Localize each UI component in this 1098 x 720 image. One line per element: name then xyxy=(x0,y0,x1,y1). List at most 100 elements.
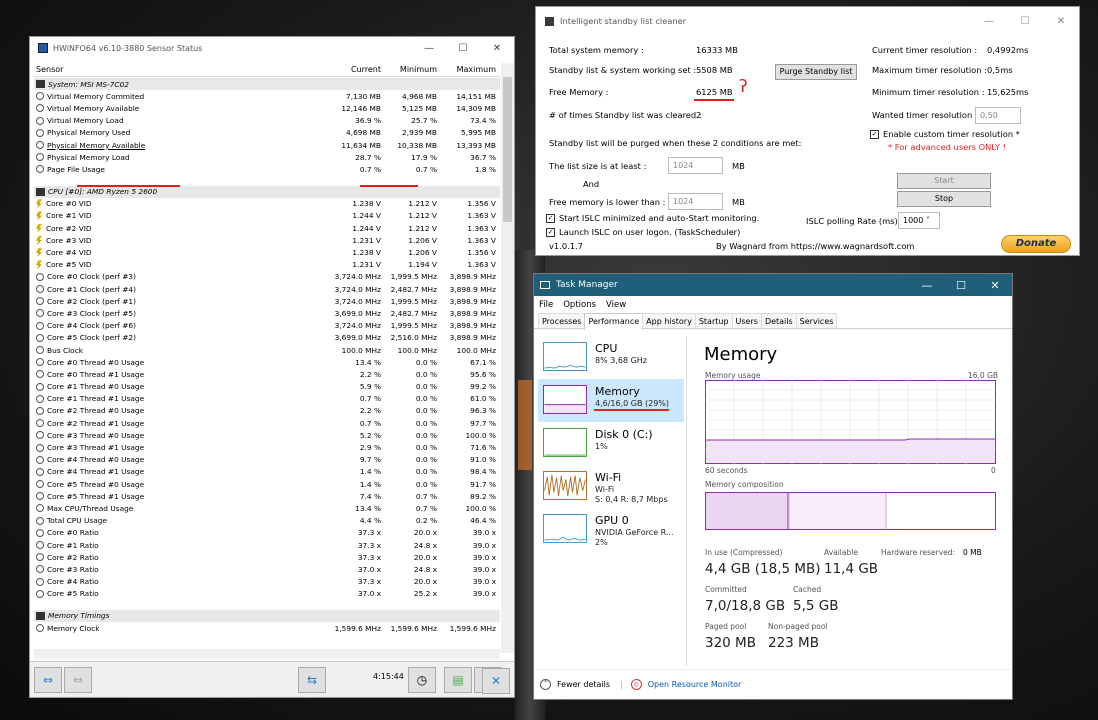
tab-startup[interactable]: Startup xyxy=(694,313,733,328)
sensor-row[interactable]: Core #3 Clock (perf #5) 3,699.0 MHz 2,482.… xyxy=(34,307,500,319)
sensor-row[interactable]: Core #1 VID 1.244 V 1.212 V 1.363 V xyxy=(34,210,500,222)
sensor-row[interactable]: Core #1 Thread #1 Usage 0.7 % 0.0 % 61.0 % xyxy=(34,393,500,405)
sensor-row[interactable]: Core #3 Ratio 37.0 x 24.8 x 39.0 x xyxy=(34,563,500,575)
sensor-row[interactable]: Core #2 Ratio 37.3 x 20.0 x 39.0 x xyxy=(34,551,500,563)
sensor-row[interactable]: Max CPU/Thread Usage 13.4 % 0.7 % 100.0 % xyxy=(34,502,500,514)
horizontal-scrollbar[interactable] xyxy=(34,649,500,659)
sensor-group-row[interactable]: Memory Timings xyxy=(34,609,500,623)
sidebar-item-memory[interactable]: Memory 4,6/16,0 GB (29%) xyxy=(538,379,684,422)
donate-button[interactable]: Donate xyxy=(1001,235,1071,253)
menu-options[interactable]: Options xyxy=(563,300,596,310)
menu-file[interactable]: File xyxy=(539,300,553,310)
sensor-row[interactable]: Core #5 Thread #1 Usage 7.4 % 0.7 % 89.2 % xyxy=(34,490,500,502)
sensor-row[interactable]: Bus Clock 100.0 MHz 100.0 MHz 100.0 MHz xyxy=(34,344,500,356)
wanted-timer-input[interactable]: 0.50 xyxy=(975,107,1021,124)
list-size-input[interactable]: 1024 xyxy=(668,157,723,174)
free-lower-input[interactable]: 1024 xyxy=(668,193,723,210)
sensor-row[interactable]: Core #1 Clock (perf #4) 3,724.0 MHz 2,482.… xyxy=(34,283,500,295)
sensor-row[interactable]: Core #5 Clock (perf #2) 3,699.0 MHz 2,516.… xyxy=(34,332,500,344)
network-icon[interactable]: ⇆ xyxy=(298,667,326,693)
tab-performance[interactable]: Performance xyxy=(584,313,644,330)
close-icon[interactable]: ✕ xyxy=(480,43,514,54)
sensor-row[interactable]: Core #5 Ratio 37.0 x 25.2 x 39.0 x xyxy=(34,588,500,600)
tab-details[interactable]: Details xyxy=(760,313,797,328)
stop-button[interactable]: Stop xyxy=(897,191,991,207)
clock-icon[interactable]: ◷ xyxy=(408,667,436,693)
sidebar-item-disk[interactable]: Disk 0 (C:) 1% xyxy=(538,422,684,465)
close-sensors-icon[interactable]: ✕ xyxy=(482,668,510,694)
sidebar-item-wifi[interactable]: Wi-Fi Wi-Fi S: 0,4 R: 8,7 Mbps xyxy=(538,465,684,508)
scrollbar-thumb[interactable] xyxy=(503,77,512,222)
sensor-row[interactable]: Core #5 Thread #0 Usage 1.4 % 0.0 % 91.7 % xyxy=(34,478,500,490)
tab-services[interactable]: Services xyxy=(795,313,838,328)
sensor-row[interactable]: Core #0 Thread #0 Usage 13.4 % 0.0 % 67.1 % xyxy=(34,356,500,368)
column-header-sensor[interactable]: Sensor xyxy=(34,63,321,76)
sensor-row[interactable]: Virtual Memory Commited 7,130 MB 4,968 MB 1… xyxy=(34,90,500,102)
sensor-row[interactable]: Core #4 Thread #0 Usage 9.7 % 0.0 % 91.0 % xyxy=(34,454,500,466)
tab-processes[interactable]: Processes xyxy=(538,313,586,328)
minimize-icon[interactable]: — xyxy=(910,279,944,292)
checkbox-checked-icon[interactable]: ✓ xyxy=(546,214,555,223)
chevron-up-icon[interactable]: ˄ xyxy=(540,679,551,690)
close-icon[interactable]: ✕ xyxy=(1043,16,1079,27)
column-header-current[interactable]: Current xyxy=(321,63,381,76)
maximize-icon[interactable]: ☐ xyxy=(1007,16,1043,27)
sensor-row[interactable]: Core #1 Thread #0 Usage 5.9 % 0.0 % 99.2 % xyxy=(34,381,500,393)
max-timer-label: Maximum timer resolution : xyxy=(872,65,987,75)
report-icon[interactable]: ▤ xyxy=(444,667,472,693)
sidebar-item-cpu[interactable]: CPU 8% 3,68 GHz xyxy=(538,336,684,379)
sensor-row[interactable]: Total CPU Usage 4.4 % 0.2 % 46.4 % xyxy=(34,515,500,527)
sensor-group-row[interactable]: System: MSI MS-7C02 xyxy=(34,78,500,91)
sensor-row[interactable]: Core #0 VID 1.238 V 1.212 V 1.356 V xyxy=(34,198,500,210)
sensor-row[interactable]: Core #1 Ratio 37.3 x 24.8 x 39.0 x xyxy=(34,539,500,551)
arrows-icon[interactable]: ⇔ xyxy=(34,667,62,693)
sensor-row[interactable]: Core #3 Thread #0 Usage 5.2 % 0.0 % 100.0 % xyxy=(34,429,500,441)
start-button[interactable]: Start xyxy=(897,173,991,189)
sensor-row[interactable]: Core #0 Ratio 37.3 x 20.0 x 39.0 x xyxy=(34,527,500,539)
close-icon[interactable]: ✕ xyxy=(978,279,1012,292)
menu-view[interactable]: View xyxy=(606,300,626,310)
tab-app-history[interactable]: App history xyxy=(642,313,696,328)
sensor-group-row[interactable]: CPU [#0]: AMD Ryzen 5 2600 xyxy=(34,185,500,198)
minimize-icon[interactable]: — xyxy=(971,16,1007,27)
sensor-row[interactable]: Page File Usage 0.7 % 0.7 % 1.8 % xyxy=(34,163,500,175)
sensor-row[interactable]: Core #2 VID 1.244 V 1.212 V 1.363 V xyxy=(34,222,500,234)
sensor-row[interactable]: Core #4 VID 1.238 V 1.206 V 1.356 V xyxy=(34,246,500,258)
tab-users[interactable]: Users xyxy=(731,313,762,328)
maximize-icon[interactable]: ☐ xyxy=(944,279,978,292)
sensor-row[interactable]: Memory Clock 1,599.6 MHz 1,599.6 MHz 1,599.… xyxy=(34,622,500,634)
custom-timer-checkbox-row[interactable]: ✓ Enable custom timer resolution * xyxy=(870,129,1020,139)
sensor-row[interactable]: Core #4 Clock (perf #6) 3,724.0 MHz 1,999.… xyxy=(34,320,500,332)
sensor-row[interactable]: Core #2 Thread #0 Usage 2.2 % 0.0 % 96.3 % xyxy=(34,405,500,417)
maximize-icon[interactable]: ☐ xyxy=(446,43,480,54)
vertical-scrollbar[interactable] xyxy=(501,63,514,653)
sensor-row[interactable]: Physical Memory Used 4,698 MB 2,939 MB 5,99… xyxy=(34,127,500,139)
sensor-row[interactable]: Virtual Memory Load 36.9 % 25.7 % 73.4 % xyxy=(34,115,500,127)
sidebar-item-gpu[interactable]: GPU 0 NVIDIA GeForce R... 2% xyxy=(538,508,684,551)
polling-rate-select[interactable]: 1000 ˅ xyxy=(898,212,940,229)
open-resource-monitor-link[interactable]: Open Resource Monitor xyxy=(648,680,742,689)
sensor-row[interactable]: Core #2 Thread #1 Usage 0.7 % 0.0 % 97.7 % xyxy=(34,417,500,429)
sensor-row[interactable]: Core #3 Thread #1 Usage 2.9 % 0.0 % 71.6 % xyxy=(34,441,500,453)
start-minimized-checkbox-row[interactable]: ✓ Start ISLC minimized and auto-Start mon… xyxy=(546,213,759,223)
sensor-row[interactable]: Core #5 VID 1.231 V 1.194 V 1.363 V xyxy=(34,259,500,271)
launch-logon-checkbox-row[interactable]: ✓ Launch ISLC on user logon. (TaskSchedul… xyxy=(546,227,740,237)
sensor-row[interactable]: Core #3 VID 1.231 V 1.206 V 1.363 V xyxy=(34,234,500,246)
column-header-maximum[interactable]: Maximum xyxy=(437,63,496,76)
sensor-row[interactable]: Core #4 Thread #1 Usage 1.4 % 0.0 % 98.4 % xyxy=(34,466,500,478)
sensor-row[interactable]: Core #0 Clock (perf #3) 3,724.0 MHz 1,999.… xyxy=(34,271,500,283)
sensor-row[interactable]: Virtual Memory Available 12,146 MB 5,125 M… xyxy=(34,102,500,114)
sensor-row[interactable]: Core #0 Thread #1 Usage 2.2 % 0.0 % 95.6 % xyxy=(34,368,500,380)
sensor-row[interactable]: Physical Memory Available 11,634 MB 10,338… xyxy=(34,139,500,151)
arrows-icon[interactable]: ⇔ xyxy=(64,667,92,693)
sidebar-item-label: CPU xyxy=(595,342,618,355)
purge-standby-button[interactable]: Purge Standby list xyxy=(775,64,857,80)
fewer-details-link[interactable]: Fewer details xyxy=(557,680,610,689)
sensor-row[interactable]: Physical Memory Load 28.7 % 17.9 % 36.7 % xyxy=(34,151,500,163)
sensor-row[interactable]: Core #2 Clock (perf #1) 3,724.0 MHz 1,999.… xyxy=(34,295,500,307)
column-header-minimum[interactable]: Minimum xyxy=(381,63,437,76)
checkbox-checked-icon[interactable]: ✓ xyxy=(546,228,555,237)
checkbox-checked-icon[interactable]: ✓ xyxy=(870,130,879,139)
minimize-icon[interactable]: — xyxy=(412,43,446,54)
sensor-row[interactable]: Core #4 Ratio 37.3 x 20.0 x 39.0 x xyxy=(34,576,500,588)
